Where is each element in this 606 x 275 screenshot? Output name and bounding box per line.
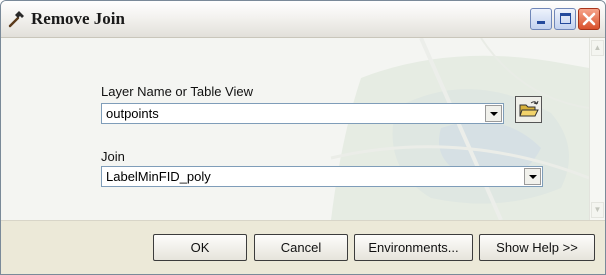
scroll-up-arrow[interactable]: ▲: [591, 40, 604, 56]
join-label: Join: [101, 149, 125, 164]
title-bar[interactable]: Remove Join: [1, 1, 605, 38]
parameters-panel: Layer Name or Table View outpoints Join …: [1, 38, 589, 220]
browse-button[interactable]: [515, 96, 542, 123]
open-folder-icon: [519, 100, 539, 117]
ok-button[interactable]: OK: [153, 234, 247, 261]
close-icon: [582, 12, 596, 26]
vertical-scrollbar[interactable]: ▲ ▼: [589, 38, 605, 220]
join-combobox[interactable]: LabelMinFID_poly: [101, 166, 543, 187]
cancel-button[interactable]: Cancel: [254, 234, 348, 261]
minimize-icon: [537, 21, 545, 24]
scroll-down-arrow[interactable]: ▼: [591, 202, 604, 218]
layer-name-label: Layer Name or Table View: [101, 84, 253, 99]
hammer-icon: [8, 11, 24, 28]
layer-name-combobox[interactable]: outpoints: [101, 103, 504, 124]
layer-name-value: outpoints: [106, 106, 159, 121]
environments-button[interactable]: Environments...: [354, 234, 473, 261]
maximize-icon: [560, 13, 571, 24]
join-value: LabelMinFID_poly: [106, 169, 211, 184]
minimize-button[interactable]: [530, 8, 552, 30]
remove-join-dialog: Remove Join Layer Name or Table View out…: [0, 0, 606, 275]
map-watermark: [330, 38, 589, 220]
join-dropdown-button[interactable]: [524, 168, 541, 185]
maximize-button[interactable]: [554, 8, 576, 30]
show-help-button[interactable]: Show Help >>: [479, 234, 595, 261]
close-button[interactable]: [578, 8, 600, 30]
layer-dropdown-button[interactable]: [485, 105, 502, 122]
dialog-title: Remove Join: [31, 9, 125, 28]
